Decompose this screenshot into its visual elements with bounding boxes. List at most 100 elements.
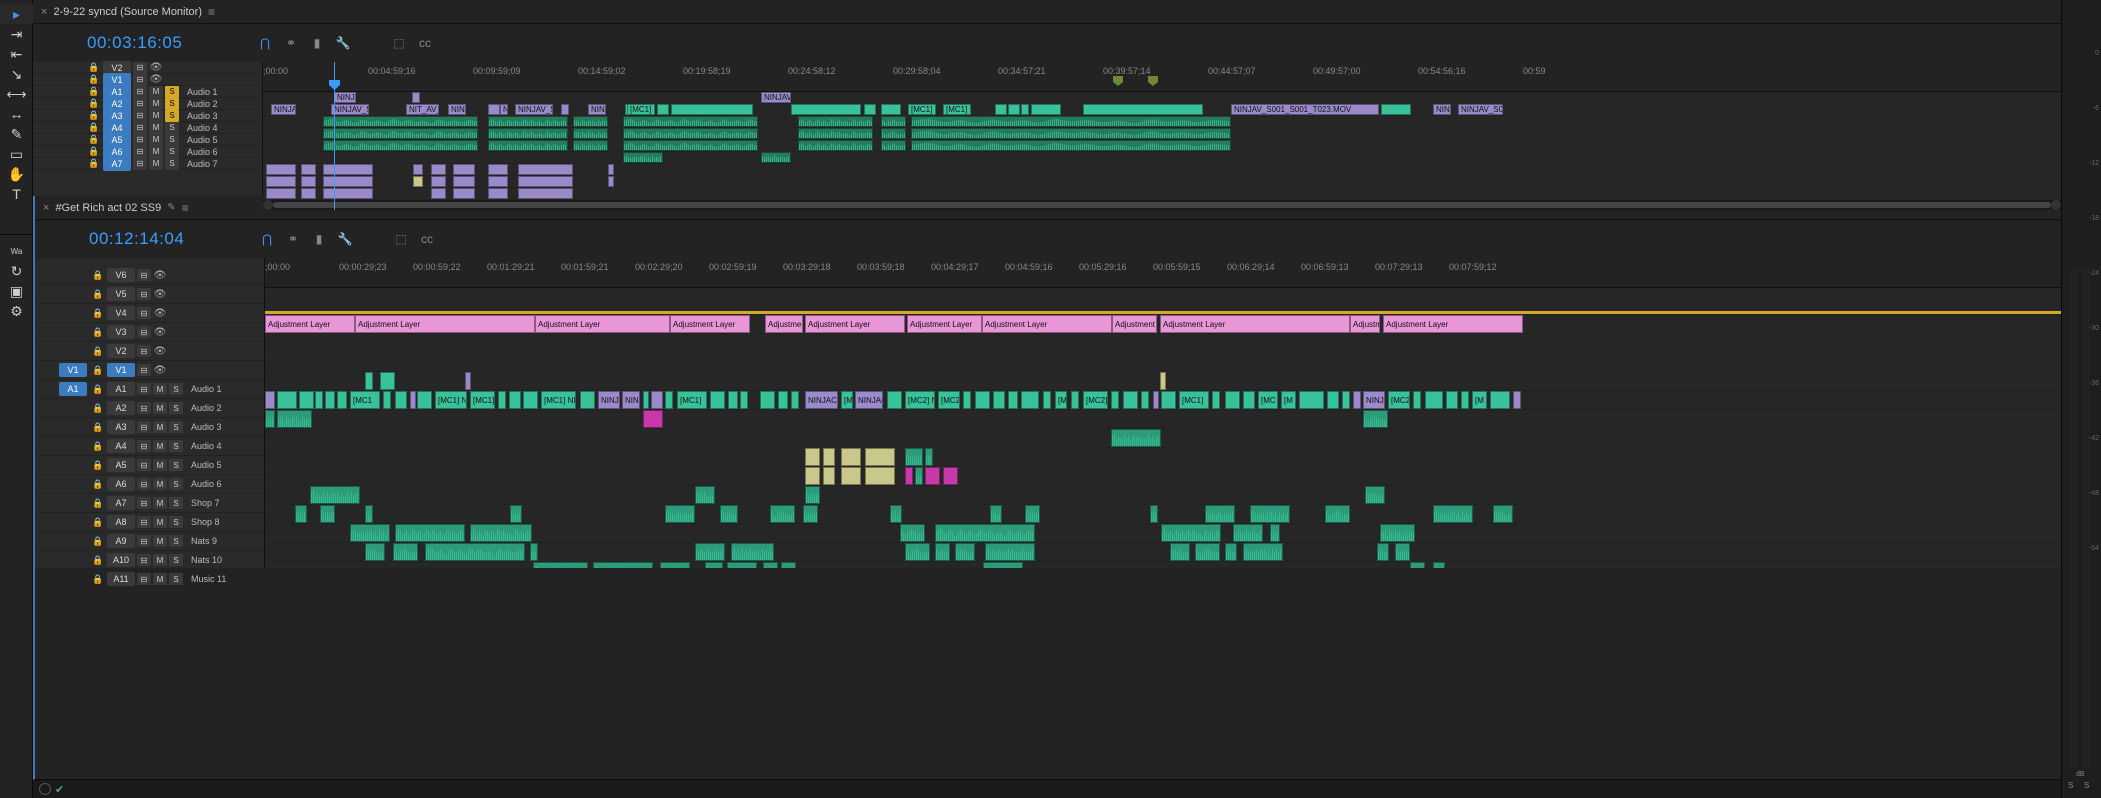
video-clip[interactable]: [580, 391, 595, 409]
video-clip[interactable]: [760, 391, 775, 409]
mute-toggle[interactable]: M: [153, 516, 167, 528]
project-icon[interactable]: ▣: [0, 281, 33, 301]
audio-clip[interactable]: [295, 505, 307, 523]
solo-left[interactable]: S: [2068, 781, 2073, 790]
video-clip[interactable]: [1083, 104, 1203, 115]
video-clip[interactable]: [MC1] NI: [541, 391, 576, 409]
video-clip[interactable]: [MC1]: [677, 391, 707, 409]
mute-toggle[interactable]: M: [153, 497, 167, 509]
track-target-A9[interactable]: A9: [107, 534, 135, 548]
audio-clip[interactable]: [1363, 410, 1388, 428]
lock-icon[interactable]: 🔒: [91, 327, 105, 338]
video-clip[interactable]: [864, 104, 876, 115]
lock-icon[interactable]: 🔒: [91, 555, 105, 566]
audio-clip[interactable]: [905, 467, 913, 485]
adjustment-layer-clip[interactable]: Adjustment Layer: [1160, 315, 1350, 333]
solo-toggle[interactable]: S: [165, 110, 179, 122]
audio-clip[interactable]: [530, 543, 538, 561]
sync-lock-icon[interactable]: ⊟: [133, 86, 147, 98]
track-lane[interactable]: [265, 505, 2061, 524]
audio-clip[interactable]: [1025, 505, 1040, 523]
audio-clip[interactable]: [393, 543, 418, 561]
video-clip[interactable]: NINJA: [1363, 391, 1385, 409]
audio-clip[interactable]: [323, 116, 478, 127]
adjustment-layer-clip[interactable]: Adjustment Layer: [535, 315, 670, 333]
track-target-A7[interactable]: A7: [103, 157, 131, 171]
sync-lock-icon[interactable]: ⊟: [133, 158, 147, 170]
video-clip[interactable]: NINJAV: [761, 92, 791, 103]
solo-right[interactable]: S: [2084, 781, 2089, 790]
track-target-V5[interactable]: V5: [107, 287, 135, 301]
track-target-A8[interactable]: A8: [107, 515, 135, 529]
video-clip[interactable]: [265, 391, 275, 409]
track-target-V2[interactable]: V2: [107, 344, 135, 358]
video-clip[interactable]: [380, 372, 395, 390]
audio-clip[interactable]: [573, 116, 608, 127]
audio-clip[interactable]: [1250, 505, 1290, 523]
audio-clip[interactable]: [453, 176, 475, 187]
video-clip[interactable]: [1212, 391, 1220, 409]
lock-icon[interactable]: 🔒: [91, 403, 105, 414]
video-clip[interactable]: [M: [841, 391, 853, 409]
mute-toggle[interactable]: M: [153, 573, 167, 585]
audio-clip[interactable]: [323, 188, 373, 199]
video-clip[interactable]: [MC1] NI: [435, 391, 467, 409]
lock-icon[interactable]: 🔒: [91, 289, 105, 300]
audio-clip[interactable]: [301, 188, 316, 199]
audio-clip[interactable]: [660, 562, 690, 568]
video-clip[interactable]: [651, 391, 663, 409]
panel2-timecode[interactable]: 00:12:14:04: [89, 229, 249, 249]
track-lane[interactable]: [265, 288, 2061, 296]
audio-clip[interactable]: [911, 140, 1231, 151]
adjustment-layer-clip[interactable]: Adjustme: [1350, 315, 1380, 333]
video-clip[interactable]: [488, 104, 500, 115]
audio-clip[interactable]: [413, 164, 423, 175]
audio-clip[interactable]: [323, 164, 373, 175]
adjustment-layer-clip[interactable]: Adjustment Layer: [982, 315, 1112, 333]
audio-clip[interactable]: [720, 505, 738, 523]
eye-icon[interactable]: 👁: [153, 289, 167, 300]
track-target-A3[interactable]: A3: [107, 420, 135, 434]
lock-icon[interactable]: 🔒: [91, 517, 105, 528]
sync-lock-icon[interactable]: ⊟: [137, 345, 151, 357]
mute-toggle[interactable]: M: [153, 421, 167, 433]
audio-clip[interactable]: [431, 164, 446, 175]
audio-clip[interactable]: [798, 128, 873, 139]
video-clip[interactable]: NIN: [588, 104, 606, 115]
track-lane[interactable]: [265, 467, 2061, 486]
audio-clip[interactable]: [911, 128, 1231, 139]
audio-clip[interactable]: [798, 140, 873, 151]
audio-clip[interactable]: [1365, 486, 1385, 504]
audio-clip[interactable]: [1433, 505, 1473, 523]
mute-toggle[interactable]: M: [149, 158, 163, 170]
lock-icon[interactable]: 🔒: [87, 158, 101, 169]
audio-clip[interactable]: [453, 188, 475, 199]
video-clip[interactable]: NINJAV_S001: [515, 104, 553, 115]
audio-clip[interactable]: [727, 562, 757, 568]
video-clip[interactable]: [1299, 391, 1324, 409]
video-clip[interactable]: NINJAV_S0: [331, 104, 369, 115]
video-clip[interactable]: [665, 391, 673, 409]
sync-lock-icon[interactable]: ⊟: [133, 74, 147, 86]
lock-icon[interactable]: 🔒: [91, 384, 105, 395]
track-target-A4[interactable]: A4: [107, 439, 135, 453]
audio-clip[interactable]: [1195, 543, 1220, 561]
lock-icon[interactable]: 🔒: [91, 308, 105, 319]
track-target-A5[interactable]: A5: [107, 458, 135, 472]
audio-clip[interactable]: [1380, 524, 1415, 542]
video-clip[interactable]: NIT_AV_S: [406, 104, 439, 115]
track-target-V3[interactable]: V3: [107, 325, 135, 339]
sync-lock-icon[interactable]: ⊟: [137, 459, 151, 471]
video-clip[interactable]: NINJ: [622, 391, 640, 409]
audio-clip[interactable]: [911, 116, 1231, 127]
audio-clip[interactable]: [990, 505, 1002, 523]
audio-clip[interactable]: [803, 505, 818, 523]
mute-toggle[interactable]: M: [153, 402, 167, 414]
video-clip[interactable]: [M: [1281, 391, 1296, 409]
solo-toggle[interactable]: S: [165, 98, 179, 110]
audio-clip[interactable]: [900, 524, 925, 542]
solo-toggle[interactable]: S: [169, 440, 183, 452]
video-clip[interactable]: [498, 391, 506, 409]
audio-clip[interactable]: [935, 543, 950, 561]
audio-clip[interactable]: [1150, 505, 1158, 523]
